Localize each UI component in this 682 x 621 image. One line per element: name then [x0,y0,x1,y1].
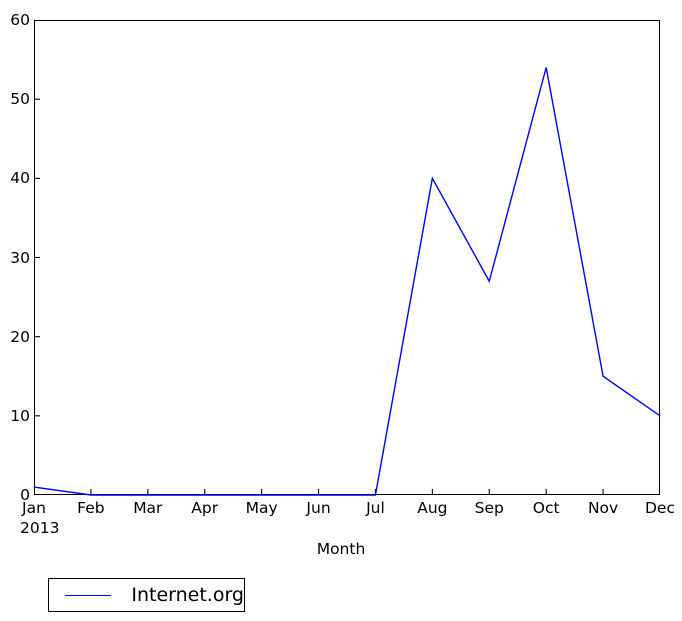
y-tick-label: 20 [10,327,30,346]
x-tick-label: Dec [645,499,675,517]
x-tick-label: Apr [191,499,219,517]
x-tick-label: Feb [77,499,105,517]
plot-svg [33,67,661,496]
y-tick-label: 30 [10,248,30,267]
line-chart-figure: 0 10 20 30 40 50 60 Jan Feb Mar Apr May Jun Jul Aug Se… [0,0,682,621]
y-tick-label: 40 [10,169,30,188]
x-tick-label: Mar [133,499,163,517]
x-tick-label: Aug [417,499,448,517]
x-tick-label: Sep [474,499,504,517]
x-tick-label: Oct [532,499,560,517]
x-tick-label: Jan [22,499,46,517]
y-tick-label: 60 [10,11,30,29]
x-tick-label: May [245,499,278,517]
y-tick-label: 10 [10,406,30,425]
legend-label-internet-org: Internet.org [131,584,244,606]
legend-line-swatch [65,594,112,596]
x-tick-label: Nov [587,499,619,517]
x-axis-year-label: 2013 [20,519,60,537]
x-tick-marks [90,489,604,495]
x-axis-title: Month [316,540,366,558]
x-tick-label: Jul [366,499,385,517]
y-tick-label: 50 [10,90,30,109]
chart-legend: Internet.org [48,578,245,612]
x-tick-label: Jun [306,499,331,517]
series-line-internet-org [33,67,661,496]
y-tick-marks [34,98,40,417]
